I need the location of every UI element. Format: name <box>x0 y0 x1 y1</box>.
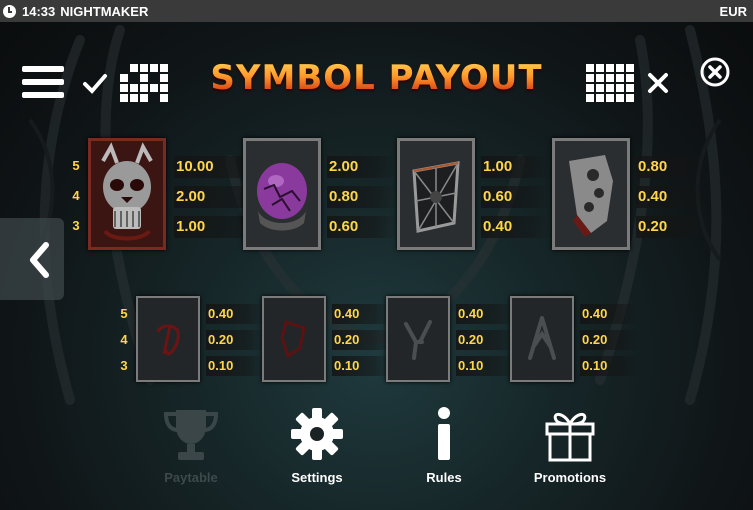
symbol-frame <box>88 138 166 250</box>
bottom-nav: Paytable Settings Rules Promotions <box>0 402 753 510</box>
payout-value: 0.20 <box>636 216 706 238</box>
nav-paytable[interactable]: Paytable <box>146 402 236 485</box>
payout-value: 0.20 <box>332 330 392 350</box>
skull-icon <box>91 141 163 247</box>
winline-grid-icon[interactable] <box>586 64 634 102</box>
web-cage-icon <box>400 141 472 247</box>
payout-value: 0.10 <box>332 356 392 376</box>
payout-value: 0.40 <box>481 216 551 238</box>
symbol-frame <box>136 296 200 382</box>
payout-value: 0.40 <box>636 186 706 208</box>
count-label: 5 <box>72 158 80 173</box>
count-label: 4 <box>72 188 80 203</box>
count-label: 3 <box>72 218 80 233</box>
payout-value: 1.00 <box>481 156 551 178</box>
payout-value: 0.40 <box>206 304 266 324</box>
status-currency: EUR <box>719 3 747 19</box>
nav-label: Promotions <box>533 470 607 485</box>
bone-fragment-icon <box>555 141 627 247</box>
purple-orb-icon <box>246 141 318 247</box>
rune-q-icon <box>388 298 448 380</box>
previous-page-button[interactable] <box>0 218 64 300</box>
payout-value: 0.40 <box>456 304 516 324</box>
nav-promotions[interactable]: Promotions <box>525 402 615 485</box>
nav-settings[interactable]: Settings <box>272 402 362 485</box>
symbol-frame <box>262 296 326 382</box>
symbol-frame <box>243 138 321 250</box>
rune-k-icon <box>264 298 324 380</box>
symbol-frame <box>510 296 574 382</box>
payout-value: 0.60 <box>481 186 551 208</box>
payout-value: 0.80 <box>327 186 397 208</box>
payout-value: 0.40 <box>580 304 640 324</box>
gift-icon <box>545 413 595 462</box>
nav-label: Settings <box>291 470 343 485</box>
page-title: SYMBOL PAYOUT <box>0 58 753 98</box>
symbol-frame <box>397 138 475 250</box>
trophy-icon <box>163 410 219 460</box>
gear-icon <box>291 408 343 460</box>
payout-value: 0.20 <box>206 330 266 350</box>
rune-j-icon <box>512 298 572 380</box>
payout-value: 0.20 <box>580 330 640 350</box>
payout-value: 0.10 <box>456 356 516 376</box>
info-icon <box>438 407 450 460</box>
payout-value: 2.00 <box>327 156 397 178</box>
status-time: 14:33 <box>22 3 56 19</box>
chevron-left-icon <box>30 242 49 278</box>
close-icon[interactable] <box>700 57 730 87</box>
payout-value: 0.40 <box>332 304 392 324</box>
count-label: 3 <box>120 358 128 373</box>
nav-label: Paytable <box>164 470 218 485</box>
x-icon <box>648 73 668 93</box>
status-game-name: NIGHTMAKER <box>60 3 149 19</box>
rune-a-icon <box>138 298 198 380</box>
payout-value: 0.10 <box>206 356 266 376</box>
symbol-frame <box>552 138 630 250</box>
symbol-frame <box>386 296 450 382</box>
payout-value: 0.20 <box>456 330 516 350</box>
payout-value: 0.80 <box>636 156 706 178</box>
payout-value: 0.10 <box>580 356 640 376</box>
nav-rules[interactable]: Rules <box>399 402 489 485</box>
count-label: 4 <box>120 332 128 347</box>
nav-label: Rules <box>426 470 462 485</box>
clock-icon <box>3 4 16 18</box>
payout-value: 0.60 <box>327 216 397 238</box>
status-bar: 14:33 NIGHTMAKER EUR <box>0 0 753 22</box>
count-label: 5 <box>120 306 128 321</box>
